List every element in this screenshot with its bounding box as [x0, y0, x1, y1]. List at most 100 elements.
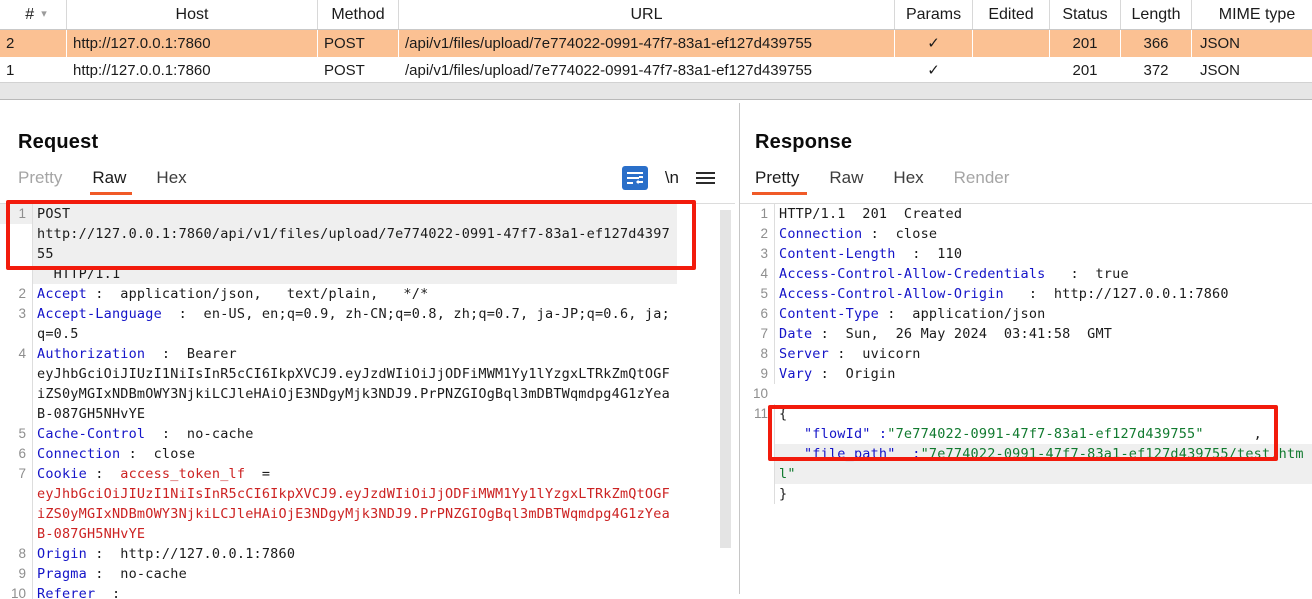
cell-length: 366	[1121, 30, 1192, 58]
cell-url: /api/v1/files/upload/7e774022-0991-47f7-…	[399, 57, 895, 84]
request-line-list: 1POST http://127.0.0.1:7860/api/v1/files…	[0, 204, 735, 599]
code-line: 10	[740, 384, 1312, 404]
code-segment: : uvicorn	[829, 346, 921, 362]
column-header-status[interactable]: Status	[1050, 0, 1121, 30]
response-tab-bar: Pretty Raw Hex Render	[740, 168, 1312, 202]
code-segment: Cookie	[37, 466, 87, 482]
tab-response-hex[interactable]: Hex	[893, 168, 941, 195]
line-number: 2	[0, 284, 32, 304]
code-line: 9Pragma : no-cache	[0, 564, 735, 584]
response-line-list: 1HTTP/1.1 201 Created2Connection : close…	[740, 204, 1312, 504]
column-header-length[interactable]: Length	[1121, 0, 1192, 30]
code-line: 9Vary : Origin	[740, 364, 1312, 384]
cell-host: http://127.0.0.1:7860	[67, 57, 318, 84]
code-segment: : Origin	[812, 366, 895, 382]
code-line-text: Connection : close	[774, 224, 1312, 244]
code-segment: Vary	[779, 366, 812, 382]
code-segment: Referer	[37, 586, 95, 599]
column-header-number[interactable]: #▾	[0, 0, 67, 30]
tab-request-raw[interactable]: Raw	[92, 168, 144, 195]
code-segment: Server	[779, 346, 829, 362]
code-segment: Content-Type	[779, 306, 879, 322]
code-line: 8Origin : http://127.0.0.1:7860	[0, 544, 735, 564]
code-segment: : no-cache	[145, 426, 253, 442]
table-row[interactable]: 2 http://127.0.0.1:7860 POST /api/v1/fil…	[0, 30, 1312, 58]
code-line: 3Accept-Language : en-US, en;q=0.9, zh-C…	[0, 304, 735, 344]
json-key: "file_path" :	[779, 446, 921, 462]
cell-length: 372	[1121, 57, 1192, 84]
code-segment: =	[245, 466, 270, 482]
code-segment: : true	[1046, 266, 1129, 282]
code-segment: : close	[120, 446, 195, 462]
code-line-text: "file_path" :"7e774022-0991-47f7-83a1-ef…	[774, 444, 1312, 484]
table-row[interactable]: 1 http://127.0.0.1:7860 POST /api/v1/fil…	[0, 57, 1312, 84]
tab-response-raw[interactable]: Raw	[829, 168, 881, 195]
code-line-text: Accept : application/json, text/plain, *…	[32, 284, 677, 304]
code-segment: : http://127.0.0.1:7860/flow/7e774022-09…	[37, 586, 670, 599]
line-number: 7	[740, 324, 774, 344]
column-header-edited[interactable]: Edited	[973, 0, 1050, 30]
code-line: 6Connection : close	[0, 444, 735, 464]
newline-toggle[interactable]: \n	[665, 168, 679, 188]
code-line: 2Connection : close	[740, 224, 1312, 244]
request-title: Request	[0, 103, 735, 154]
column-header-number-label: #	[25, 6, 34, 23]
request-scrollbar[interactable]	[720, 210, 731, 590]
hamburger-menu-icon[interactable]	[696, 172, 715, 184]
cell-host: http://127.0.0.1:7860	[67, 30, 318, 58]
cell-params: ✓	[895, 57, 973, 84]
code-segment: eyJhbGciOiJIUzI1NiIsInR5cCI6IkpXVCJ9.eyJ…	[37, 486, 670, 542]
history-header-row: #▾ Host Method URL Params Edited Status …	[0, 0, 1312, 30]
code-line-text: Date : Sun, 26 May 2024 03:41:58 GMT	[774, 324, 1312, 344]
response-body-viewer[interactable]: 1HTTP/1.1 201 Created2Connection : close…	[740, 203, 1312, 599]
json-separator: ,	[1204, 426, 1262, 442]
code-segment: Access-Control-Allow-Credentials	[779, 266, 1046, 282]
code-segment: : application/json, text/plain, */*	[87, 286, 428, 302]
code-segment: Date	[779, 326, 812, 342]
code-segment: access_token_lf	[120, 466, 245, 482]
request-toolbar: \n	[622, 166, 715, 190]
code-line-text: Authorization : Bearer eyJhbGciOiJIUzI1N…	[32, 344, 677, 424]
history-table: #▾ Host Method URL Params Edited Status …	[0, 0, 1312, 84]
json-body-flow-id: "flowId" :"7e774022-0991-47f7-83a1-ef127…	[740, 424, 1312, 444]
json-key: "flowId" :	[779, 426, 887, 442]
response-title: Response	[740, 103, 1312, 154]
code-segment: : no-cache	[87, 566, 187, 582]
column-header-url[interactable]: URL	[399, 0, 895, 30]
line-number: 3	[0, 304, 32, 324]
cell-status: 201	[1050, 57, 1121, 84]
history-splitter-bar[interactable]	[0, 82, 1312, 100]
code-line: 8Server : uvicorn	[740, 344, 1312, 364]
code-line-text: Access-Control-Allow-Credentials : true	[774, 264, 1312, 284]
code-line-text: Connection : close	[32, 444, 677, 464]
tab-response-render[interactable]: Render	[954, 168, 1028, 195]
column-header-params[interactable]: Params	[895, 0, 973, 30]
chevron-down-icon[interactable]: ▾	[41, 0, 47, 28]
request-body-viewer[interactable]: 1POST http://127.0.0.1:7860/api/v1/files…	[0, 203, 735, 599]
tab-response-pretty[interactable]: Pretty	[755, 168, 817, 195]
code-segment: POST http://127.0.0.1:7860/api/v1/files/…	[37, 206, 670, 282]
json-body-file-path: "file_path" :"7e774022-0991-47f7-83a1-ef…	[740, 444, 1312, 484]
code-line-text: Referer : http://127.0.0.1:7860/flow/7e7…	[32, 584, 677, 599]
line-number: 5	[740, 284, 774, 304]
code-line: 1POST http://127.0.0.1:7860/api/v1/files…	[0, 204, 735, 284]
code-segment: : http://127.0.0.1:7860	[87, 546, 295, 562]
code-line-text: HTTP/1.1 201 Created	[774, 204, 1312, 224]
column-header-host[interactable]: Host	[67, 0, 318, 30]
line-number: 1	[740, 204, 774, 224]
cell-number: 2	[0, 30, 67, 58]
code-segment: : close	[862, 226, 937, 242]
code-segment: Cache-Control	[37, 426, 145, 442]
tab-request-hex[interactable]: Hex	[156, 168, 204, 195]
request-scrollbar-thumb[interactable]	[720, 210, 731, 548]
code-line-text: Access-Control-Allow-Origin : http://127…	[774, 284, 1312, 304]
line-number: 10	[740, 384, 774, 404]
code-line: 11{	[740, 404, 1312, 424]
word-wrap-icon[interactable]	[622, 166, 648, 190]
cell-edited	[973, 57, 1050, 84]
tab-request-pretty[interactable]: Pretty	[18, 168, 80, 195]
column-header-mime-type[interactable]: MIME type	[1192, 0, 1312, 30]
history-table-body: 2 http://127.0.0.1:7860 POST /api/v1/fil…	[0, 30, 1312, 85]
column-header-method[interactable]: Method	[318, 0, 399, 30]
request-pane: Request Pretty Raw Hex \n	[0, 103, 735, 594]
